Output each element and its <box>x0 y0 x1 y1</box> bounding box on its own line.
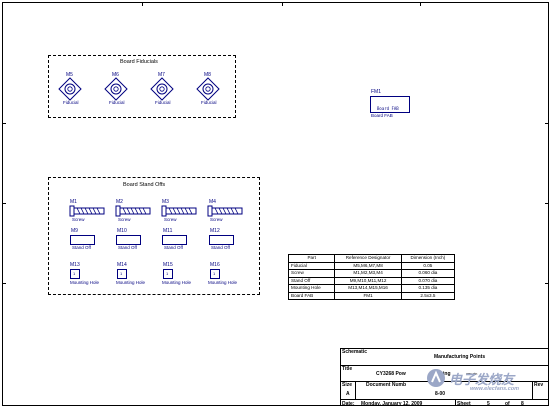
column-header: Part <box>287 254 336 263</box>
pin-number: 1 <box>120 271 123 276</box>
table-cell: Stand Off <box>287 276 336 285</box>
table-cell: Board FAB <box>287 291 336 300</box>
rev-divider <box>532 381 533 400</box>
table-cell: M13,M14,M15,M16 <box>334 284 402 293</box>
standoff-label: Stand Off <box>118 245 137 250</box>
table-row: Fiducial M5,M6,M7,M8 0.05 <box>287 261 456 270</box>
table-row: Board FAB FM1 2.5x3.5 <box>287 291 456 300</box>
table-row: Mounting Hole M13,M14,M15,M16 0.135 dia <box>287 284 456 293</box>
table-cell: M5,M6,M7,M8 <box>334 261 402 270</box>
table-cell: 0.060 dia <box>400 269 456 278</box>
table-row: Screw M1,M2,M3,M4 0.060 dia <box>287 269 456 278</box>
zone-tick <box>2 123 6 124</box>
table-header-row: Part Reference Designator Dimension (Inc… <box>287 254 456 263</box>
designator: M12 <box>210 228 220 234</box>
dimension-table: Part Reference Designator Dimension (Inc… <box>287 254 456 300</box>
designator: M11 <box>163 228 173 234</box>
screw-label: Screw <box>210 217 223 222</box>
standoff-box <box>70 235 95 245</box>
size-value: A <box>346 391 350 397</box>
pin-number: 1 <box>166 271 169 276</box>
standoffs-title: Board Stand Offs <box>123 182 166 188</box>
table-cell: 2.5x3.5 <box>400 291 456 300</box>
standoff-label: Stand Off <box>164 245 183 250</box>
zone-tick <box>282 2 283 6</box>
mounting-hole-label: Mounting Hole <box>70 280 100 285</box>
date-label: Date: <box>342 401 355 407</box>
fiducial-symbol <box>150 77 174 101</box>
sheet-label: Sheet <box>457 401 471 407</box>
zone-tick <box>142 2 143 6</box>
table-cell: 0.135 dia <box>400 284 456 293</box>
size-divider <box>355 381 356 400</box>
table-cell: Screw <box>287 269 336 278</box>
fiducial-label: Fiducial <box>155 100 171 105</box>
zone-tick <box>545 123 549 124</box>
table-cell: FM1 <box>334 291 402 300</box>
column-header: Dimension (Inch) <box>400 254 456 263</box>
screw-symbol <box>115 205 151 217</box>
table-cell: Mounting Hole <box>287 284 336 293</box>
designator: FM1 <box>371 89 381 95</box>
zone-tick <box>545 203 549 204</box>
pin-number: 1 <box>73 271 76 276</box>
table-cell: M1,M2,M3,M4 <box>334 269 402 278</box>
pin-number: 1 <box>213 271 216 276</box>
fiducial-symbol <box>196 77 220 101</box>
designator: M10 <box>117 228 127 234</box>
size-label: Size <box>342 382 353 388</box>
fiducial-symbol <box>104 77 128 101</box>
zone-tick <box>2 283 6 284</box>
watermark-url: www.elecfans.com <box>470 386 520 392</box>
doc-value: 8-00 <box>435 391 446 397</box>
table-row: Stand Off M9,M10,M11,M12 0.070 dia <box>287 276 456 285</box>
table-cell: Fiducial <box>287 261 336 270</box>
screw-symbol <box>161 205 197 217</box>
sheet-value: 5 <box>487 401 490 407</box>
board-fab-inner-label: Board FAB <box>377 106 399 111</box>
standoff-box <box>116 235 141 245</box>
of-value: 8 <box>521 401 524 407</box>
designator: M14 <box>117 262 127 268</box>
designator: M9 <box>71 228 78 234</box>
table-cell: 0.05 <box>400 261 456 270</box>
schematic-value: Manufacturing Points <box>434 354 486 360</box>
designator: M15 <box>163 262 173 268</box>
watermark-logo-icon <box>427 369 445 387</box>
mounting-hole-label: Mounting Hole <box>208 280 238 285</box>
of-label: of <box>505 401 510 407</box>
fiducial-label: Fiducial <box>63 100 79 105</box>
zone-tick <box>420 2 421 6</box>
zone-tick <box>545 283 549 284</box>
designator: M13 <box>70 262 80 268</box>
standoff-box <box>162 235 187 245</box>
mounting-hole-label: Mounting Hole <box>116 280 146 285</box>
screw-symbol <box>69 205 105 217</box>
standoff-label: Stand Off <box>72 245 91 250</box>
fiducial-symbol <box>58 77 82 101</box>
screw-label: Screw <box>118 217 131 222</box>
mounting-hole-label: Mounting Hole <box>162 280 192 285</box>
column-header: Reference Designator <box>334 254 402 263</box>
screw-label: Screw <box>164 217 177 222</box>
sheet-divider <box>455 400 456 406</box>
standoff-label: Stand Off <box>211 245 230 250</box>
fiducials-title: Board Fiducials <box>120 59 158 65</box>
fiducial-label: Fiducial <box>109 100 125 105</box>
title-value-left: CY3268 Pow <box>376 371 406 377</box>
screw-symbol <box>207 205 243 217</box>
date-value: Monday, January 12, 2009 <box>361 401 423 407</box>
designator: M16 <box>210 262 220 268</box>
doc-label: Document Numb <box>366 382 406 388</box>
title-label: Title <box>342 366 353 372</box>
screw-label: Screw <box>72 217 85 222</box>
fiducial-label: Fiducial <box>201 100 217 105</box>
table-cell: 0.070 dia <box>400 276 456 285</box>
zone-tick <box>2 203 6 204</box>
rev-label: Rev <box>534 382 544 388</box>
table-cell: M9,M10,M11,M12 <box>334 276 402 285</box>
schematic-label: Schematic <box>342 349 368 355</box>
board-fab-label: Board FAB <box>371 113 393 118</box>
standoff-box <box>209 235 234 245</box>
